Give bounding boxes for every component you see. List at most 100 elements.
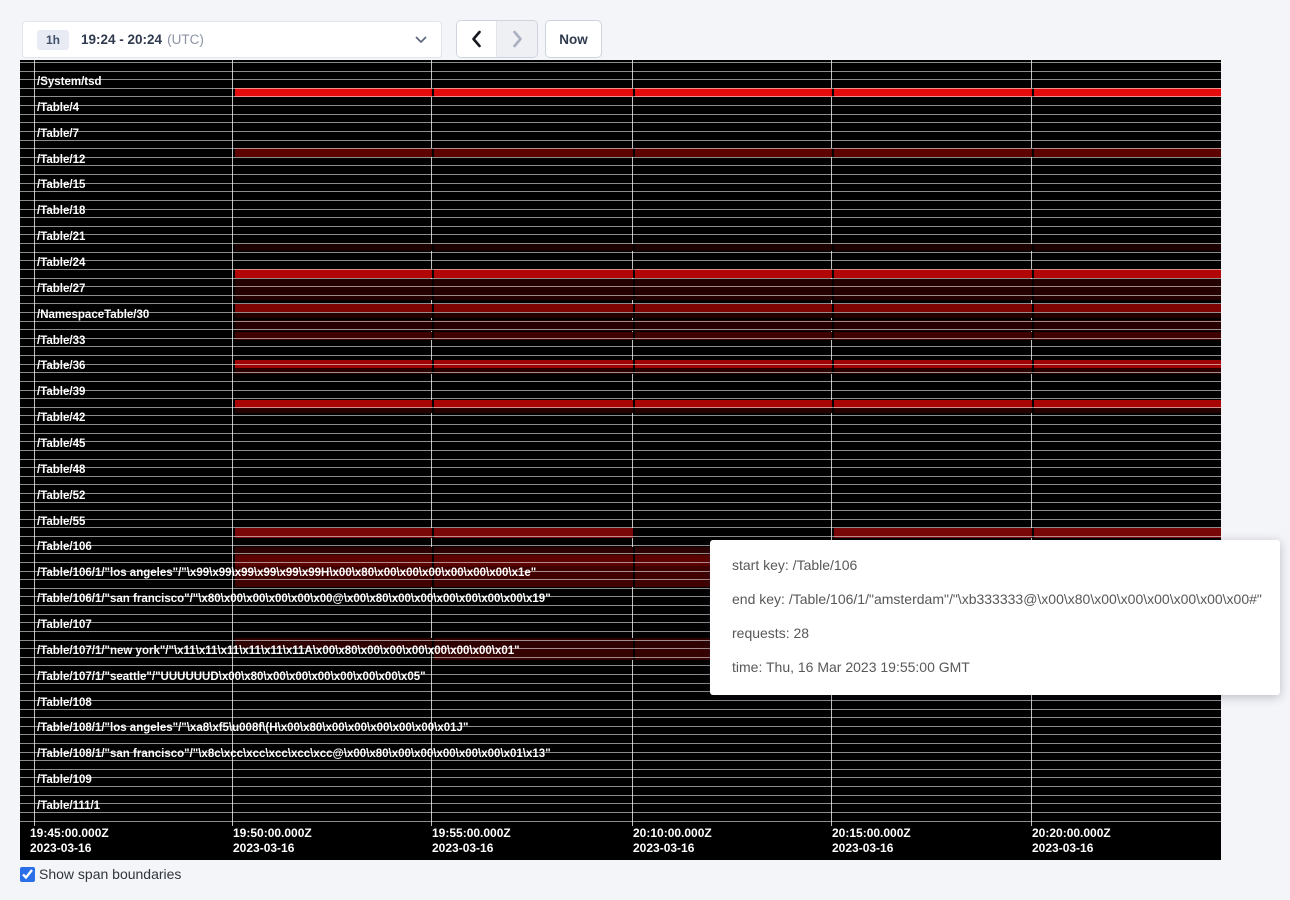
chevron-down-icon — [415, 36, 427, 44]
span-boundary-line — [20, 812, 1221, 813]
span-boundary-line — [20, 88, 1221, 89]
tick-date: 2023-03-16 — [233, 841, 312, 856]
tick-time: 19:50:00.000Z — [233, 826, 312, 841]
row-label: /NamespaceTable/30 — [37, 309, 149, 322]
heat-band — [235, 279, 432, 300]
span-boundaries-toggle[interactable]: Show span boundaries — [20, 866, 181, 882]
row-label: /Table/27 — [37, 283, 85, 296]
span-boundary-line — [20, 355, 1221, 356]
heat-band — [834, 244, 1032, 251]
span-boundary-line — [20, 795, 1221, 796]
heat-band — [235, 269, 432, 278]
heat-band — [635, 279, 832, 300]
heat-band — [834, 269, 1032, 278]
span-boundary-line — [20, 381, 1221, 382]
key-visualizer-canvas[interactable]: 19:45:00.000Z2023-03-1619:50:00.000Z2023… — [20, 60, 1221, 860]
span-boundary-line — [20, 527, 1221, 528]
now-button[interactable]: Now — [545, 20, 602, 58]
row-label: /Table/55 — [37, 516, 85, 529]
heat-band — [834, 368, 1032, 374]
span-boundary-line — [20, 441, 1221, 442]
tick-date: 2023-03-16 — [432, 841, 511, 856]
heat-band — [1034, 148, 1221, 157]
heat-band — [1034, 408, 1221, 413]
heat-band — [235, 408, 432, 413]
heat-band — [635, 368, 832, 374]
row-label: /Table/106/1/"san francisco"/"\x80\x00\x… — [37, 593, 551, 606]
span-boundary-line — [20, 700, 1221, 701]
span-boundary-line — [20, 71, 1221, 72]
span-boundary-line — [20, 260, 1221, 261]
tick-time: 19:45:00.000Z — [30, 826, 109, 841]
previous-interval-button[interactable] — [457, 21, 497, 57]
span-boundary-line — [20, 476, 1221, 477]
heat-band — [434, 368, 633, 374]
heat-band — [434, 279, 633, 300]
span-boundary-line — [20, 769, 1221, 770]
span-boundary-line — [20, 140, 1221, 141]
span-boundary-line — [20, 398, 1221, 399]
span-boundary-line — [20, 191, 1221, 192]
row-label: /Table/108 — [37, 697, 92, 710]
span-boundary-line — [20, 338, 1221, 339]
heat-band — [635, 244, 832, 251]
chevron-right-icon — [512, 30, 523, 48]
tooltip-line: requests: 28 — [732, 616, 1258, 650]
span-boundary-line — [20, 510, 1221, 511]
time-tick-label: 19:45:00.000Z2023-03-16 — [30, 826, 109, 856]
span-boundary-line — [20, 183, 1221, 184]
heat-band — [635, 269, 832, 278]
span-boundary-line — [20, 105, 1221, 106]
tick-date: 2023-03-16 — [30, 841, 109, 856]
row-label: /Table/45 — [37, 438, 85, 451]
heat-band — [635, 304, 832, 312]
span-boundary-line — [20, 114, 1221, 115]
span-boundary-line — [20, 329, 1221, 330]
span-boundary-line — [20, 234, 1221, 235]
heat-band — [434, 304, 633, 312]
tooltip-line: start key: /Table/106 — [732, 548, 1258, 582]
span-boundary-line — [20, 209, 1221, 210]
span-boundary-line — [20, 252, 1221, 253]
span-boundary-line — [20, 709, 1221, 710]
heat-band — [635, 408, 832, 413]
range-duration-badge: 1h — [37, 30, 69, 50]
heat-band — [434, 408, 633, 413]
tick-date: 2023-03-16 — [832, 841, 911, 856]
span-boundary-line — [20, 96, 1221, 97]
span-boundary-line — [20, 407, 1221, 408]
tick-date: 2023-03-16 — [1032, 841, 1111, 856]
heat-band — [434, 148, 633, 157]
row-label: /Table/39 — [37, 386, 85, 399]
row-label: /Table/107 — [37, 619, 92, 632]
span-boundary-line — [20, 165, 1221, 166]
span-boundary-line — [20, 821, 1221, 822]
tick-date: 2023-03-16 — [633, 841, 712, 856]
row-label: /Table/36 — [37, 360, 85, 373]
span-boundaries-checkbox[interactable] — [20, 867, 35, 882]
heat-band — [235, 368, 432, 374]
time-tick-label: 20:10:00.000Z2023-03-16 — [633, 826, 712, 856]
row-label: /Table/21 — [37, 231, 85, 244]
heat-band — [235, 304, 432, 312]
span-boundary-line — [20, 217, 1221, 218]
span-boundary-line — [20, 502, 1221, 503]
time-tick-label: 19:50:00.000Z2023-03-16 — [233, 826, 312, 856]
heat-band — [1034, 244, 1221, 251]
time-range-selector[interactable]: 1h 19:24 - 20:24 (UTC) — [22, 21, 442, 58]
heat-band — [1034, 304, 1221, 312]
heat-band — [1034, 279, 1221, 300]
span-boundary-line — [20, 243, 1221, 244]
span-boundary-line — [20, 390, 1221, 391]
heat-band — [235, 148, 432, 157]
span-boundary-line — [20, 459, 1221, 460]
span-boundary-line — [20, 346, 1221, 347]
time-tick-label: 20:20:00.000Z2023-03-16 — [1032, 826, 1111, 856]
heat-band — [834, 148, 1032, 157]
span-boundary-line — [20, 62, 1221, 63]
span-boundary-line — [20, 79, 1221, 80]
next-interval-button[interactable] — [497, 21, 537, 57]
span-boundary-line — [20, 717, 1221, 718]
heat-band — [1034, 368, 1221, 374]
heat-band — [834, 279, 1032, 300]
